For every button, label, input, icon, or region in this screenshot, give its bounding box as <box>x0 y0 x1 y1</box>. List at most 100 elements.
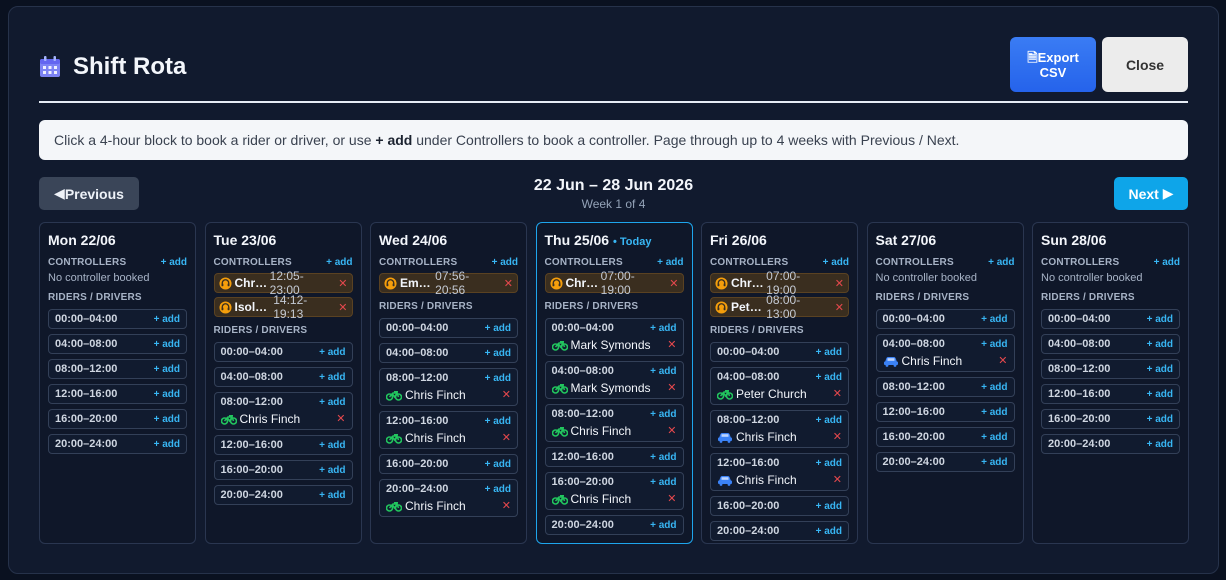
time-slot[interactable]: 12:00–16:00 + add <box>1041 384 1180 404</box>
add-booking-link[interactable]: + add <box>1147 414 1173 425</box>
controller-booking[interactable]: Chri… 07:00-19:00 ✕ <box>710 269 849 297</box>
remove-icon[interactable]: ✕ <box>667 424 676 437</box>
time-slot[interactable]: 00:00–04:00 + add <box>875 309 1015 329</box>
add-booking-link[interactable]: + add <box>485 373 511 384</box>
controller-booking[interactable]: Isolde…14:12-19:13 ✕ <box>213 293 353 321</box>
add-booking-link[interactable]: + add <box>650 452 676 463</box>
time-slot[interactable]: 12:00–16:00 + add <box>875 402 1015 422</box>
remove-icon[interactable]: ✕ <box>667 381 676 394</box>
controller-booking[interactable]: Chri… 12:05-23:00 ✕ <box>213 269 353 297</box>
add-booking-link[interactable]: + add <box>816 526 842 537</box>
add-booking-link[interactable]: + add <box>154 339 180 350</box>
add-controller-link[interactable]: + add <box>1154 257 1180 268</box>
remove-icon[interactable]: ✕ <box>667 492 676 505</box>
time-slot[interactable]: 16:00–20:00 + add <box>710 496 849 516</box>
remove-icon[interactable]: ✕ <box>502 431 511 444</box>
time-slot[interactable]: 04:00–08:00 + add Mark Symonds ✕ <box>544 361 684 399</box>
time-slot[interactable]: 00:00–04:00 + add Mark Symonds ✕ <box>544 318 684 356</box>
remove-icon[interactable]: ✕ <box>998 354 1007 367</box>
add-booking-link[interactable]: + add <box>650 409 676 420</box>
add-booking-link[interactable]: + add <box>816 458 842 469</box>
add-booking-link[interactable]: + add <box>981 407 1007 418</box>
export-csv-button[interactable]: 🗎Export CSV <box>1010 37 1096 92</box>
add-booking-link[interactable]: + add <box>319 397 345 408</box>
add-booking-link[interactable]: + add <box>154 314 180 325</box>
time-slot[interactable]: 16:00–20:00 + add <box>875 427 1015 447</box>
remove-icon[interactable]: ✕ <box>504 277 513 290</box>
time-slot[interactable]: 04:00–08:00 + add <box>48 334 187 354</box>
time-slot[interactable]: 08:00–12:00 + add <box>1041 359 1180 379</box>
time-slot[interactable]: 20:00–24:00 + add <box>875 452 1015 472</box>
add-booking-link[interactable]: + add <box>319 372 345 383</box>
time-slot[interactable]: 08:00–12:00 + add <box>48 359 187 379</box>
time-slot[interactable]: 16:00–20:00 + add <box>48 409 187 429</box>
add-booking-link[interactable]: + add <box>485 459 511 470</box>
time-slot[interactable]: 08:00–12:00 + add Chris Finch ✕ <box>710 410 849 448</box>
time-slot[interactable]: 20:00–24:00 + add <box>213 485 353 505</box>
add-booking-link[interactable]: + add <box>154 414 180 425</box>
add-booking-link[interactable]: + add <box>319 490 345 501</box>
next-week-button[interactable]: Next ▶ <box>1114 177 1188 210</box>
controller-booking[interactable]: Chri… 07:00-19:00 ✕ <box>544 269 684 297</box>
remove-icon[interactable]: ✕ <box>667 338 676 351</box>
remove-icon[interactable]: ✕ <box>833 430 842 443</box>
add-booking-link[interactable]: + add <box>319 465 345 476</box>
add-booking-link[interactable]: + add <box>1147 389 1173 400</box>
time-slot[interactable]: 12:00–16:00 + add Chris Finch ✕ <box>379 411 518 449</box>
time-slot[interactable]: 04:00–08:00 + add <box>379 343 518 363</box>
add-booking-link[interactable]: + add <box>1147 364 1173 375</box>
time-slot[interactable]: 08:00–12:00 + add Chris Finch ✕ <box>213 392 353 430</box>
time-slot[interactable]: 16:00–20:00 + add <box>379 454 518 474</box>
remove-icon[interactable]: ✕ <box>336 412 345 425</box>
add-booking-link[interactable]: + add <box>154 364 180 375</box>
close-button[interactable]: Close <box>1102 37 1188 92</box>
time-slot[interactable]: 08:00–12:00 + add <box>875 377 1015 397</box>
time-slot[interactable]: 16:00–20:00 + add <box>1041 409 1180 429</box>
time-slot[interactable]: 08:00–12:00 + add Chris Finch ✕ <box>544 404 684 442</box>
add-booking-link[interactable]: + add <box>650 477 676 488</box>
add-controller-link[interactable]: + add <box>657 257 683 268</box>
add-booking-link[interactable]: + add <box>650 520 676 531</box>
add-booking-link[interactable]: + add <box>981 457 1007 468</box>
controller-booking[interactable]: Pete… 08:00-13:00 ✕ <box>710 293 849 321</box>
add-booking-link[interactable]: + add <box>981 382 1007 393</box>
time-slot[interactable]: 00:00–04:00 + add <box>1041 309 1180 329</box>
time-slot[interactable]: 04:00–08:00 + add <box>213 367 353 387</box>
remove-icon[interactable]: ✕ <box>502 499 511 512</box>
remove-icon[interactable]: ✕ <box>833 473 842 486</box>
add-booking-link[interactable]: + add <box>154 439 180 450</box>
add-controller-link[interactable]: + add <box>492 257 518 268</box>
time-slot[interactable]: 20:00–24:00 + add <box>710 521 849 541</box>
time-slot[interactable]: 04:00–08:00 + add <box>1041 334 1180 354</box>
time-slot[interactable]: 00:00–04:00 + add <box>379 318 518 338</box>
add-controller-link[interactable]: + add <box>823 257 849 268</box>
time-slot[interactable]: 12:00–16:00 + add <box>213 435 353 455</box>
add-controller-link[interactable]: + add <box>161 257 187 268</box>
time-slot[interactable]: 12:00–16:00 + add <box>544 447 684 467</box>
add-booking-link[interactable]: + add <box>485 484 511 495</box>
time-slot[interactable]: 20:00–24:00 + add <box>544 515 684 535</box>
add-booking-link[interactable]: + add <box>485 323 511 334</box>
remove-icon[interactable]: ✕ <box>833 387 842 400</box>
time-slot[interactable]: 16:00–20:00 + add Chris Finch ✕ <box>544 472 684 510</box>
add-booking-link[interactable]: + add <box>650 323 676 334</box>
time-slot[interactable]: 08:00–12:00 + add Chris Finch ✕ <box>379 368 518 406</box>
time-slot[interactable]: 20:00–24:00 + add <box>48 434 187 454</box>
add-booking-link[interactable]: + add <box>816 501 842 512</box>
add-booking-link[interactable]: + add <box>650 366 676 377</box>
time-slot[interactable]: 20:00–24:00 + add <box>1041 434 1180 454</box>
time-slot[interactable]: 12:00–16:00 + add <box>48 384 187 404</box>
time-slot[interactable]: 04:00–08:00 + add Chris Finch ✕ <box>875 334 1015 372</box>
add-booking-link[interactable]: + add <box>319 347 345 358</box>
remove-icon[interactable]: ✕ <box>338 301 347 314</box>
remove-icon[interactable]: ✕ <box>835 301 844 314</box>
add-booking-link[interactable]: + add <box>816 415 842 426</box>
time-slot[interactable]: 04:00–08:00 + add Peter Church ✕ <box>710 367 849 405</box>
time-slot[interactable]: 16:00–20:00 + add <box>213 460 353 480</box>
add-booking-link[interactable]: + add <box>981 432 1007 443</box>
add-controller-link[interactable]: + add <box>326 257 352 268</box>
add-booking-link[interactable]: + add <box>816 347 842 358</box>
add-booking-link[interactable]: + add <box>816 372 842 383</box>
add-controller-link[interactable]: + add <box>988 257 1014 268</box>
add-booking-link[interactable]: + add <box>1147 339 1173 350</box>
